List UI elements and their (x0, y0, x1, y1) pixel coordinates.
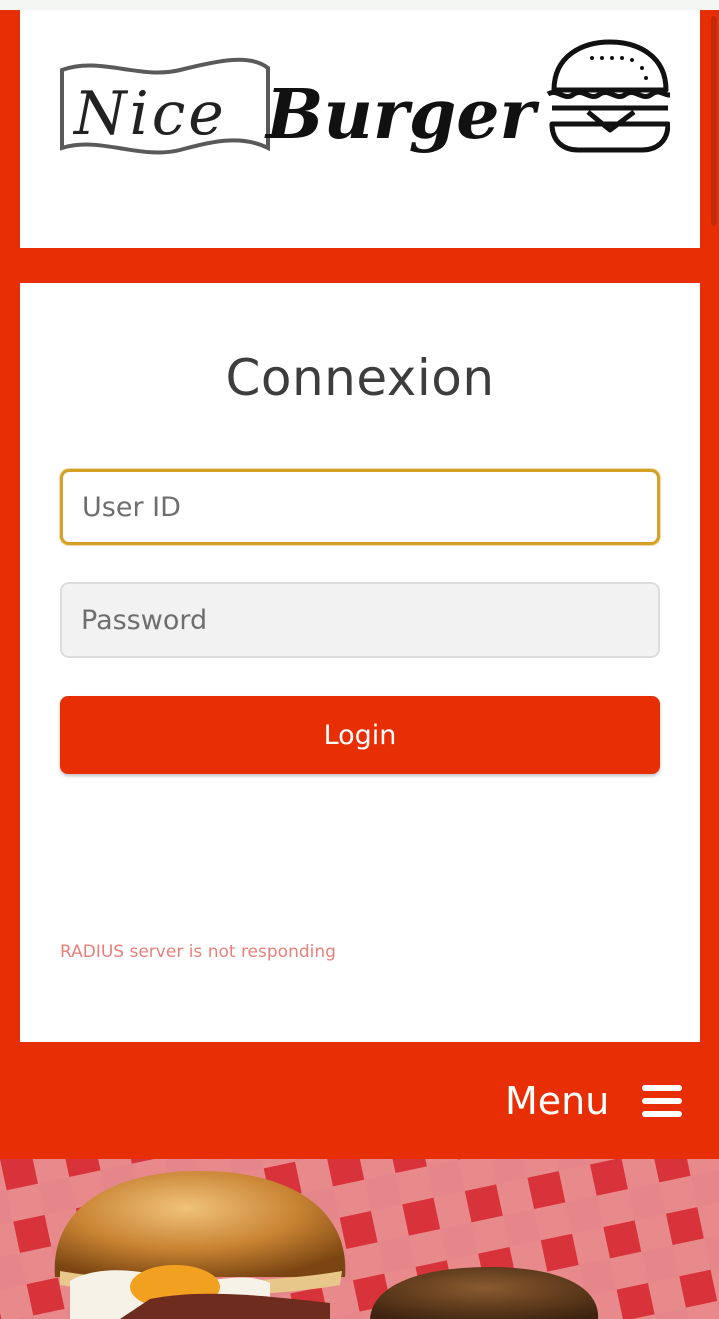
hero-burger-illustration (0, 1159, 719, 1319)
top-strip (0, 0, 719, 10)
scrollbar-thumb[interactable] (711, 16, 717, 226)
logo-text-nice: Nice (72, 79, 227, 149)
page: Nice Burger Connexion Login RADIUS serve… (0, 0, 719, 1319)
hero-image (0, 1159, 719, 1319)
menu-label: Menu (505, 1079, 610, 1123)
user-id-input[interactable] (60, 469, 660, 545)
page-title: Connexion (225, 349, 495, 407)
error-message: RADIUS server is not responding (60, 942, 336, 962)
nice-burger-logo[interactable]: Nice Burger (60, 30, 670, 180)
password-input[interactable] (60, 582, 660, 658)
menu-button[interactable]: Menu (505, 1076, 683, 1126)
login-button[interactable]: Login (60, 696, 660, 774)
login-card: Connexion Login RADIUS server is not res… (20, 283, 700, 1042)
hamburger-menu-icon (642, 1085, 683, 1117)
logo-text-burger: Burger (264, 75, 540, 155)
burger-icon (546, 39, 670, 153)
header-logo-card: Nice Burger (20, 10, 700, 248)
